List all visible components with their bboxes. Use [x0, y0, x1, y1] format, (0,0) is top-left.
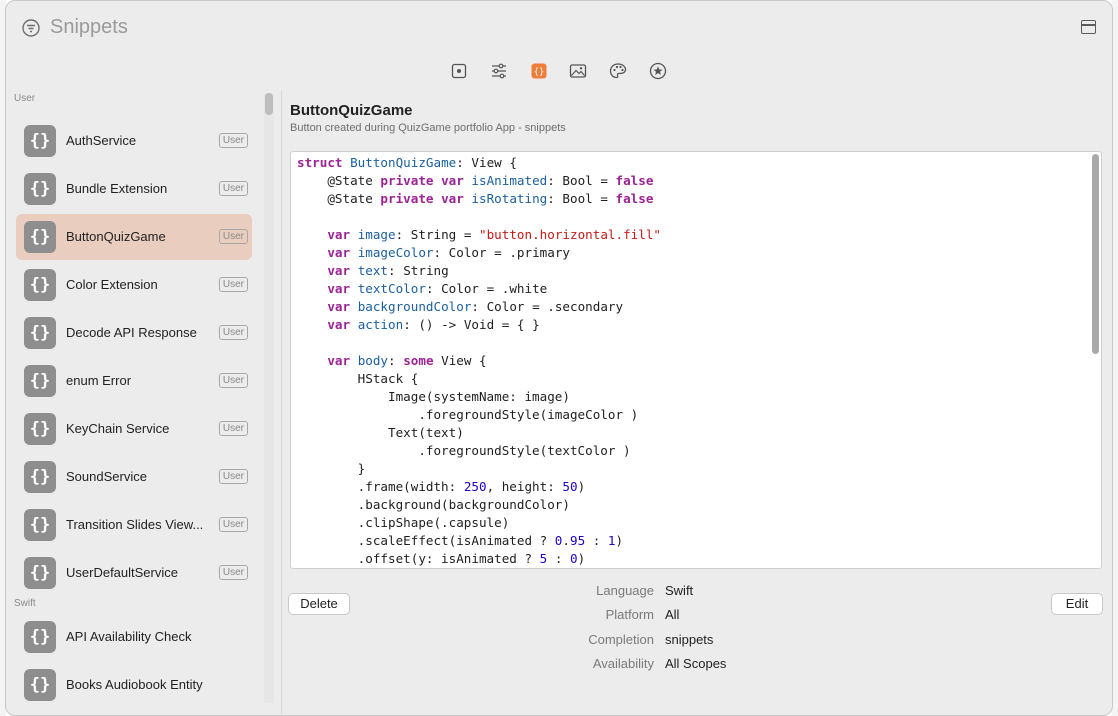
snippet-item-label: Decode API Response: [66, 325, 197, 340]
scope-badge: User: [218, 133, 248, 148]
snippets-sidebar: User {} AuthService User {} Bundle Exten…: [6, 91, 282, 715]
scope-badge: User: [218, 421, 248, 436]
snippet-item[interactable]: {} enum Error User: [16, 358, 252, 404]
meta-key: Completion: [588, 632, 654, 647]
meta-key: Availability: [592, 656, 654, 671]
snippet-item[interactable]: {} AuthService User: [16, 118, 252, 164]
snippet-item[interactable]: {} Color Extension User: [16, 262, 252, 308]
meta-value: Swift: [665, 583, 694, 598]
sidebar-scroll-thumb[interactable]: [265, 93, 273, 115]
section-label-swift: Swift: [14, 598, 36, 609]
delete-button[interactable]: Delete: [288, 593, 350, 615]
title-bar: Snippets: [6, 1, 1112, 53]
sliders-icon[interactable]: [490, 62, 508, 80]
snippet-item[interactable]: {} Transition Slides View... User: [16, 502, 252, 548]
scope-badge: User: [218, 469, 248, 484]
sidebar-toggle-icon[interactable]: [1081, 20, 1096, 34]
meta-key: Language: [596, 583, 654, 598]
snippet-braces-icon: {}: [24, 621, 56, 653]
snippet-item-label: ButtonQuizGame: [66, 229, 166, 244]
snippet-item-label: API Availability Check: [66, 629, 192, 644]
snippet-braces-icon: {}: [24, 669, 56, 701]
edit-button[interactable]: Edit: [1051, 593, 1103, 615]
snippet-item[interactable]: {} Books Audiobook Entity: [16, 662, 252, 708]
snippet-braces-icon: {}: [24, 461, 56, 493]
svg-text:{}: {}: [534, 68, 545, 78]
meta-value: All: [665, 607, 680, 622]
snippet-title: ButtonQuizGame: [290, 102, 413, 119]
snippet-braces-icon: {}: [24, 269, 56, 301]
snippet-item[interactable]: {} KeyChain Service User: [16, 406, 252, 452]
snippet-braces-icon: {}: [24, 317, 56, 349]
file-icon[interactable]: [450, 62, 468, 80]
meta-row-completion: Completion snippets: [282, 632, 1112, 650]
snippet-item-label: SoundService: [66, 469, 147, 484]
scope-badge: User: [218, 325, 248, 340]
snippet-item-label: Color Extension: [66, 277, 158, 292]
scope-badge: User: [218, 277, 248, 292]
snippet-braces-icon: {}: [24, 125, 56, 157]
meta-row-platform: Platform All: [282, 607, 1112, 625]
section-label-user: User: [14, 93, 36, 104]
scope-badge: User: [218, 517, 248, 532]
snippet-item[interactable]: {} API Availability Check: [16, 614, 252, 660]
palette-icon[interactable]: [609, 62, 627, 80]
snippet-braces-icon: {}: [24, 413, 56, 445]
snippet-item-label: Transition Slides View...: [66, 517, 204, 532]
code-snippet-icon[interactable]: {}: [530, 62, 548, 80]
snippet-braces-icon: {}: [24, 509, 56, 541]
snippet-detail: ButtonQuizGame Button created during Qui…: [282, 91, 1112, 715]
snippets-window: Snippets {} User {} AuthService User {} …: [5, 0, 1113, 716]
code-editor[interactable]: struct ButtonQuizGame: View { @State pri…: [290, 151, 1102, 569]
snippet-item[interactable]: {} Decode API Response User: [16, 310, 252, 356]
toolbar: {}: [6, 53, 1112, 91]
scope-badge: User: [218, 373, 248, 388]
scope-badge: User: [218, 181, 248, 196]
meta-row-language: Language Swift: [282, 583, 1112, 601]
code-text[interactable]: struct ButtonQuizGame: View { @State pri…: [297, 154, 661, 568]
snippet-item[interactable]: {} Bundle Extension User: [16, 166, 252, 212]
meta-value: All Scopes: [665, 656, 727, 671]
snippet-braces-icon: {}: [24, 365, 56, 397]
snippet-braces-icon: {}: [24, 221, 56, 253]
snippet-braces-icon: {}: [24, 173, 56, 205]
meta-row-availability: Availability All Scopes: [282, 656, 1112, 674]
code-scrollbar[interactable]: [1092, 154, 1099, 354]
window-title: Snippets: [50, 16, 128, 38]
scope-badge: User: [218, 229, 248, 244]
snippet-summary: Button created during QuizGame portfolio…: [290, 122, 566, 134]
snippet-item-label: Bundle Extension: [66, 181, 168, 196]
snippet-item-label: AuthService: [66, 133, 137, 148]
meta-value: snippets: [665, 632, 714, 647]
filter-icon[interactable]: [22, 19, 40, 37]
snippet-item[interactable]: {} SoundService User: [16, 454, 252, 500]
image-icon[interactable]: [569, 62, 587, 80]
snippet-item-label: UserDefaultService: [66, 565, 178, 580]
scope-badge: User: [218, 565, 248, 580]
snippet-item-label: enum Error: [66, 373, 132, 388]
snippet-item[interactable]: {} UserDefaultService User: [16, 550, 252, 596]
star-icon[interactable]: [649, 62, 667, 80]
meta-key: Platform: [605, 607, 654, 622]
snippet-item-label: Books Audiobook Entity: [66, 677, 203, 692]
sidebar-scrollbar[interactable]: [264, 93, 274, 703]
snippet-braces-icon: {}: [24, 557, 56, 589]
snippet-item-selected[interactable]: {} ButtonQuizGame User: [16, 214, 252, 260]
snippet-item-label: KeyChain Service: [66, 421, 170, 436]
